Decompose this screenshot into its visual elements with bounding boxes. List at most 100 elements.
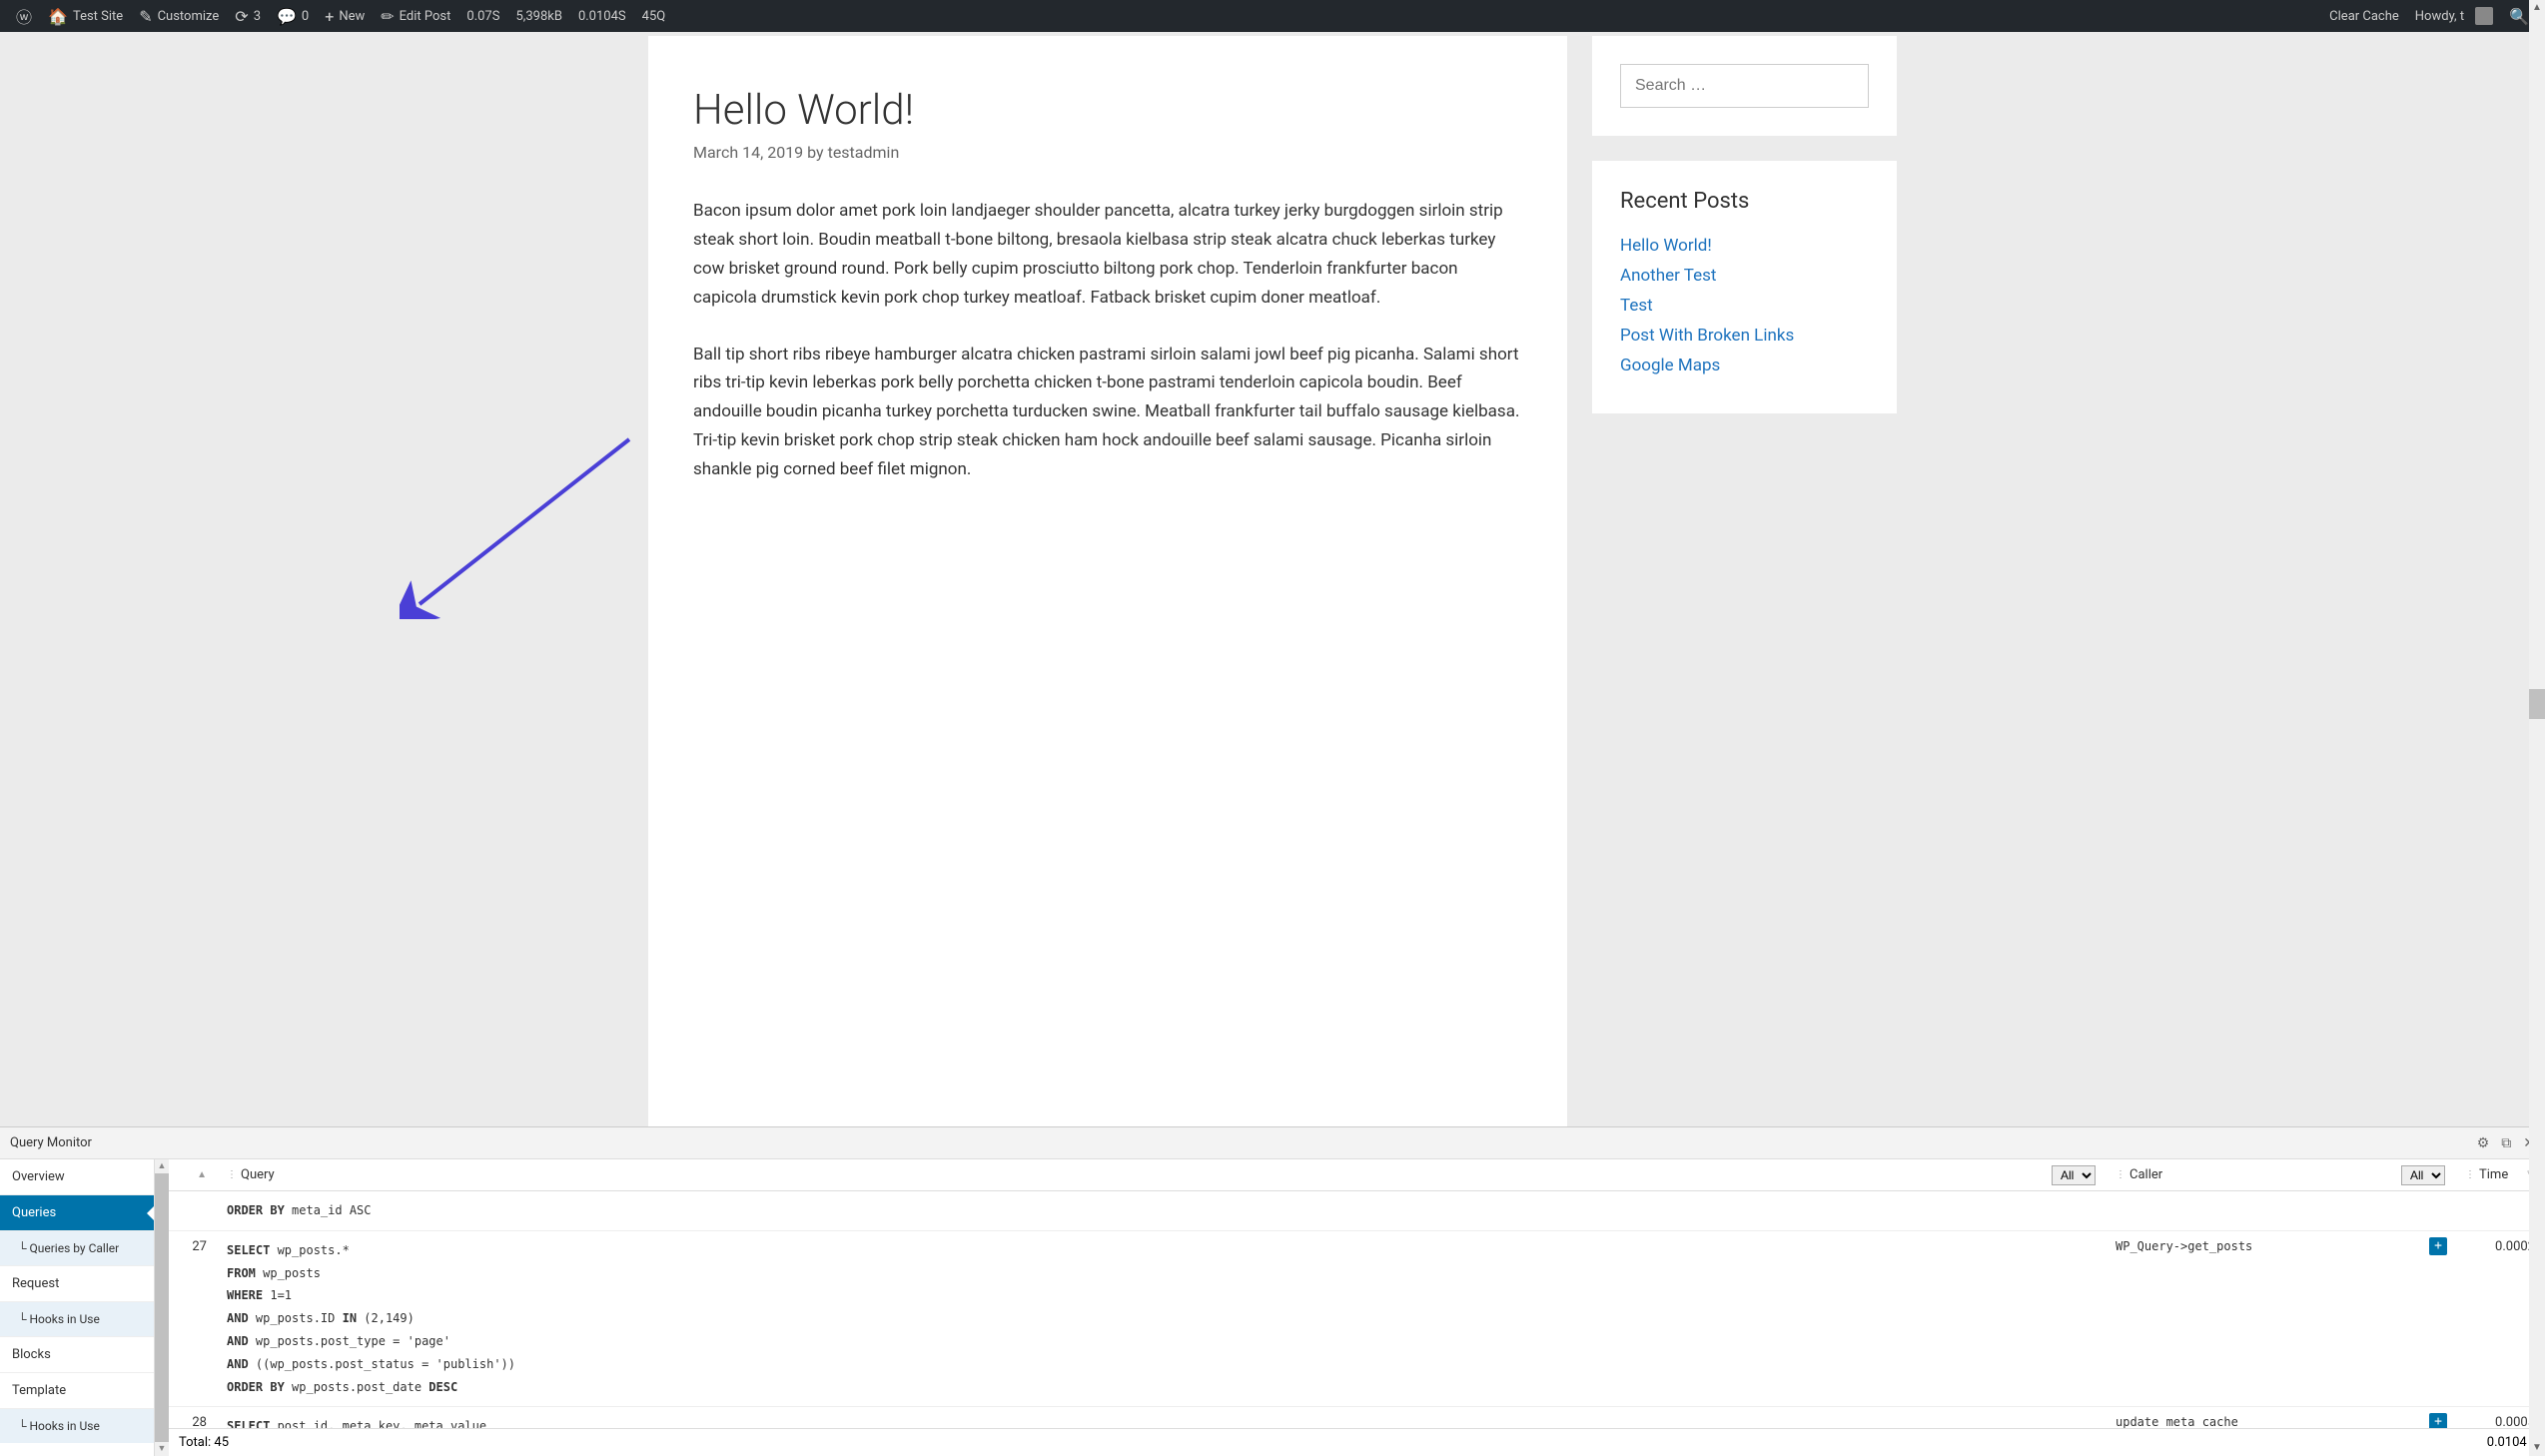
sort-handle-icon[interactable]: ⋮: [227, 1169, 237, 1180]
customize-label: Customize: [158, 9, 220, 24]
scroll-thumb[interactable]: [2529, 689, 2545, 719]
pencil-icon: ✏: [381, 7, 394, 26]
recent-post-link[interactable]: Test: [1620, 296, 1653, 316]
recent-posts-title: Recent Posts: [1620, 189, 1869, 214]
browser-scrollbar[interactable]: ▲ ▼: [2529, 0, 2545, 1456]
plus-icon: +: [325, 7, 334, 26]
sidebar: Recent Posts Hello World! Another Test T…: [1592, 36, 1897, 1126]
qm-nav-template[interactable]: Template: [0, 1373, 154, 1409]
avatar: [2475, 7, 2493, 25]
qm-header-controls: ⚙ ⧉ ✕: [2477, 1135, 2535, 1151]
qm-nav-queries-caller[interactable]: Queries by Caller: [0, 1231, 154, 1266]
sort-handle-icon[interactable]: ⋮: [2465, 1169, 2475, 1180]
refresh-icon: ⟳: [235, 7, 248, 26]
scroll-up-icon[interactable]: ▲: [155, 1159, 169, 1173]
expand-button[interactable]: +: [2429, 1413, 2447, 1428]
table-row: 28 SELECT post_id, meta_key, meta_value …: [169, 1407, 2545, 1428]
qm-nav-hooks[interactable]: Hooks in Use: [0, 1302, 154, 1337]
gear-icon[interactable]: ⚙: [2477, 1135, 2490, 1151]
howdy-link[interactable]: Howdy, t: [2407, 0, 2501, 32]
qm-content: ▲ ⋮QueryAll ⋮CallerAll ⋮Time▽ ORDER BY m…: [169, 1159, 2545, 1456]
comment-icon: 💬: [277, 7, 297, 26]
qm-db-time[interactable]: 0.0104S: [570, 0, 634, 32]
row-num: [169, 1191, 217, 1230]
site-name-link[interactable]: 🏠Test Site: [40, 0, 131, 32]
row-caller: WP_Query->get_posts+: [2106, 1231, 2455, 1407]
query-monitor-panel: Query Monitor ⚙ ⧉ ✕ Overview Queries Que…: [0, 1126, 2545, 1456]
comments-count: 0: [302, 9, 309, 24]
db-time-value: 0.0104S: [578, 9, 626, 24]
sort-icon[interactable]: ▲: [197, 1169, 207, 1180]
page-content: Hello World! March 14, 2019 by testadmin…: [0, 32, 2545, 1126]
qm-timing[interactable]: 0.07S: [458, 0, 507, 32]
qm-nav-scrollbar[interactable]: ▲ ▼: [155, 1159, 169, 1456]
qm-nav-hooks2[interactable]: Hooks in Use: [0, 1409, 154, 1443]
main-article: Hello World! March 14, 2019 by testadmin…: [648, 36, 1567, 1126]
dashboard-icon: 🏠: [48, 7, 68, 26]
row-query: SELECT post_id, meta_key, meta_value FRO…: [217, 1407, 2106, 1428]
footer-time: 0.0104 ▾: [2487, 1435, 2535, 1450]
updates-link[interactable]: ⟳3: [227, 0, 269, 32]
row-num: 27: [169, 1231, 217, 1407]
qm-nav-overview[interactable]: Overview: [0, 1159, 154, 1195]
post-paragraph: Bacon ipsum dolor amet pork loin landjae…: [693, 197, 1522, 313]
timing-value: 0.07S: [466, 9, 499, 24]
qm-rows: ORDER BY meta_id ASC 27 SELECT wp_posts.…: [169, 1191, 2545, 1428]
updates-count: 3: [254, 9, 261, 24]
qm-nav-queries[interactable]: Queries: [0, 1195, 154, 1231]
row-query: ORDER BY meta_id ASC: [217, 1191, 2106, 1230]
expand-button[interactable]: +: [2429, 1237, 2447, 1255]
new-link[interactable]: +New: [317, 0, 373, 32]
row-num: 28: [169, 1407, 217, 1428]
qm-col-query: ⋮QueryAll: [217, 1159, 2106, 1191]
recent-posts-list: Hello World! Another Test Test Post With…: [1620, 236, 1869, 375]
edit-post-link[interactable]: ✏Edit Post: [373, 0, 458, 32]
wordpress-icon: ⓦ: [16, 4, 32, 28]
footer-total: Total: 45: [179, 1435, 229, 1450]
post-meta: March 14, 2019 by testadmin: [693, 143, 1522, 162]
clear-cache-label: Clear Cache: [2329, 9, 2399, 24]
qm-nav: Overview Queries Queries by Caller Reque…: [0, 1159, 155, 1456]
scroll-up-icon[interactable]: ▲: [2529, 0, 2545, 16]
admin-bar-left: ⓦ 🏠Test Site ✎Customize ⟳3 💬0 +New ✏Edit…: [8, 0, 673, 32]
wp-logo[interactable]: ⓦ: [8, 0, 40, 32]
memory-value: 5,398kB: [515, 9, 561, 24]
qm-title: Query Monitor: [10, 1135, 92, 1150]
qm-body: Overview Queries Queries by Caller Reque…: [0, 1159, 2545, 1456]
row-query: SELECT wp_posts.* FROM wp_posts WHERE 1=…: [217, 1231, 2106, 1407]
table-row: 27 SELECT wp_posts.* FROM wp_posts WHERE…: [169, 1231, 2545, 1408]
popout-icon[interactable]: ⧉: [2501, 1135, 2511, 1151]
post-body: Bacon ipsum dolor amet pork loin landjae…: [693, 197, 1522, 484]
recent-post-link[interactable]: Google Maps: [1620, 356, 1720, 375]
sort-handle-icon[interactable]: ⋮: [2116, 1169, 2125, 1180]
table-row: ORDER BY meta_id ASC: [169, 1191, 2545, 1231]
qm-nav-blocks[interactable]: Blocks: [0, 1337, 154, 1373]
comments-link[interactable]: 💬0: [269, 0, 317, 32]
customize-link[interactable]: ✎ Customize: [131, 0, 227, 32]
query-filter-select[interactable]: All: [2052, 1165, 2096, 1185]
scroll-thumb[interactable]: [155, 1173, 169, 1442]
search-widget: [1592, 36, 1897, 136]
recent-post-link[interactable]: Another Test: [1620, 266, 1716, 286]
qm-header: Query Monitor ⚙ ⧉ ✕: [0, 1127, 2545, 1159]
qm-queries[interactable]: 45Q: [634, 0, 674, 32]
caller-filter-select[interactable]: All: [2401, 1165, 2445, 1185]
qm-memory[interactable]: 5,398kB: [507, 0, 569, 32]
brush-icon: ✎: [139, 7, 152, 26]
clear-cache-link[interactable]: Clear Cache: [2321, 0, 2407, 32]
scroll-down-icon[interactable]: ▼: [155, 1442, 169, 1456]
post-paragraph: Ball tip short ribs ribeye hamburger alc…: [693, 341, 1522, 484]
post-title: Hello World!: [693, 86, 1522, 135]
recent-post-link[interactable]: Post With Broken Links: [1620, 326, 1794, 346]
qm-footer: Total: 45 0.0104 ▾: [169, 1428, 2545, 1456]
wp-admin-bar: ⓦ 🏠Test Site ✎Customize ⟳3 💬0 +New ✏Edit…: [0, 0, 2545, 32]
admin-bar-right: Clear Cache Howdy, t 🔍: [2321, 0, 2537, 32]
recent-post-link[interactable]: Hello World!: [1620, 236, 1712, 256]
qm-nav-request[interactable]: Request: [0, 1266, 154, 1302]
row-caller: update_meta_cache+: [2106, 1407, 2455, 1428]
search-input[interactable]: [1620, 64, 1869, 108]
howdy-label: Howdy, t: [2415, 9, 2464, 24]
queries-value: 45Q: [642, 9, 666, 24]
qm-table-header: ▲ ⋮QueryAll ⋮CallerAll ⋮Time▽: [169, 1159, 2545, 1191]
scroll-down-icon[interactable]: ▼: [2529, 1440, 2545, 1456]
